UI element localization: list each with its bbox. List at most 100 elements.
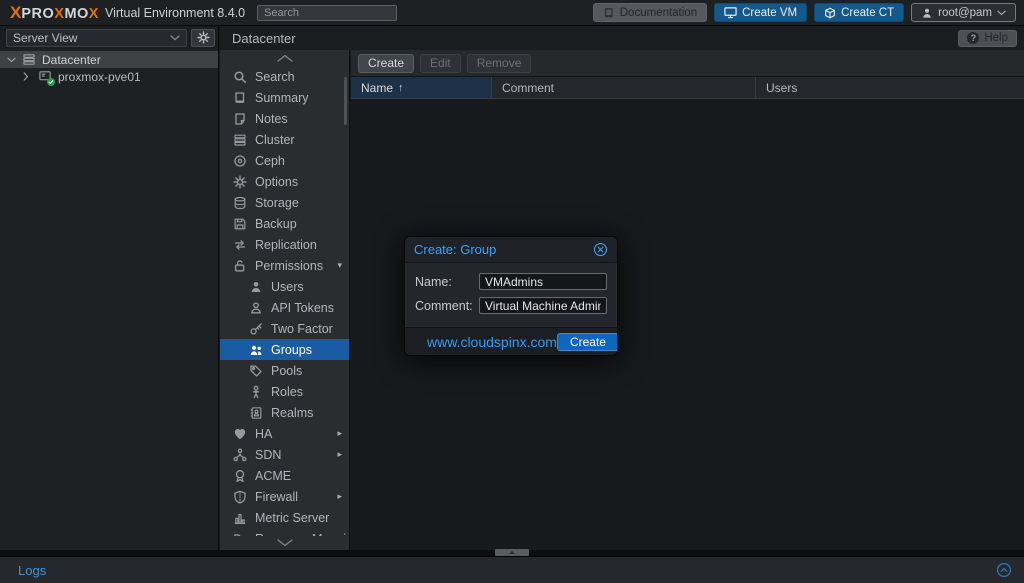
question-icon: ? <box>967 32 979 44</box>
nav-item-notes[interactable]: Notes <box>220 108 349 129</box>
nav-item-storage[interactable]: Storage <box>220 192 349 213</box>
tree-node-datacenter[interactable]: Datacenter <box>0 51 218 68</box>
dialog-header[interactable]: Create: Group <box>405 237 617 263</box>
splitter-handle[interactable] <box>495 549 529 556</box>
watermark-link[interactable]: www.cloudspinx.com <box>427 334 557 350</box>
top-bar: X PROXMOX Virtual Environment 8.4.0 Docu… <box>0 0 1024 26</box>
groups-toolbar: Create Edit Remove <box>351 50 1024 77</box>
nav-item-replication[interactable]: Replication <box>220 234 349 255</box>
nav-item-cluster[interactable]: Cluster <box>220 129 349 150</box>
nav-item-summary[interactable]: Summary <box>220 87 349 108</box>
replication-icon <box>233 238 247 252</box>
storage-icon <box>233 196 247 210</box>
nav-item-firewall[interactable]: Firewall ▸ <box>220 486 349 507</box>
cube-icon <box>824 7 836 19</box>
close-icon[interactable] <box>593 242 608 257</box>
resource-tree-panel: Server View Datacenter <box>0 26 219 550</box>
nav-scrollbar-thumb[interactable] <box>344 77 347 125</box>
global-search-input[interactable] <box>257 5 397 21</box>
version-subtitle: Virtual Environment 8.4.0 <box>105 6 245 20</box>
user-icon <box>249 280 263 294</box>
create-group-button[interactable]: Create <box>358 54 414 73</box>
proxmox-logo[interactable]: X PROXMOX <box>10 3 99 23</box>
create-vm-button[interactable]: Create VM <box>714 3 807 22</box>
nav-item-api-tokens[interactable]: API Tokens <box>220 297 349 318</box>
user-menu-button[interactable]: root@pam <box>911 3 1016 22</box>
cluster-icon <box>233 133 247 147</box>
ceph-icon <box>233 154 247 168</box>
remove-group-button[interactable]: Remove <box>467 54 532 73</box>
book-icon <box>603 7 615 19</box>
groups-table-header: Name ↑ Comment Users <box>351 77 1024 99</box>
expander-down-icon[interactable] <box>7 57 17 63</box>
nav-item-sdn[interactable]: SDN ▸ <box>220 444 349 465</box>
tree-settings-button[interactable] <box>191 29 215 47</box>
shield-icon <box>233 490 247 504</box>
nav-item-ceph[interactable]: Ceph <box>220 150 349 171</box>
nav-item-realms[interactable]: Realms <box>220 402 349 423</box>
column-header-name[interactable]: Name ↑ <box>351 77 492 98</box>
tree-node-proxmox-pve01[interactable]: proxmox-pve01 <box>0 68 218 85</box>
nav-scroll-up[interactable] <box>220 50 349 66</box>
nav-item-two-factor[interactable]: Two Factor <box>220 318 349 339</box>
content-header: Datacenter ? Help <box>220 26 1024 50</box>
dialog-title: Create: Group <box>414 242 496 257</box>
tree-view-header: Server View <box>0 26 218 49</box>
caret-down-icon: ▾ <box>337 260 342 271</box>
view-selector[interactable]: Server View <box>6 29 187 47</box>
node-server-icon <box>38 70 53 84</box>
nav-item-backup[interactable]: Backup <box>220 213 349 234</box>
note-icon <box>233 112 247 126</box>
dialog-create-button[interactable]: Create <box>557 333 618 351</box>
datacenter-nav: Search Summary Notes Cluster Ceph Option… <box>220 50 350 550</box>
create-group-dialog: Create: Group Name: Comment: www.cloudsp… <box>404 236 618 356</box>
gear-icon <box>233 175 247 189</box>
help-button[interactable]: ? Help <box>958 30 1017 47</box>
name-field-label: Name: <box>415 275 479 289</box>
logs-title: Logs <box>18 563 46 578</box>
top-actions: Documentation Create VM Create CT root@p… <box>593 3 1016 22</box>
nav-item-roles[interactable]: Roles <box>220 381 349 402</box>
nav-item-search[interactable]: Search <box>220 66 349 87</box>
nav-scroll-down[interactable] <box>220 536 349 550</box>
column-header-users[interactable]: Users <box>756 77 1024 98</box>
edit-group-button[interactable]: Edit <box>420 54 461 73</box>
sort-ascending-icon: ↑ <box>398 82 404 94</box>
dialog-body: Name: Comment: <box>405 263 617 327</box>
monitor-icon <box>724 6 737 19</box>
nav-item-users[interactable]: Users <box>220 276 349 297</box>
documentation-button[interactable]: Documentation <box>593 3 707 22</box>
chevron-down-icon <box>997 10 1006 16</box>
expander-right-icon[interactable] <box>23 72 33 81</box>
column-header-comment[interactable]: Comment <box>492 77 756 98</box>
search-icon <box>233 70 247 84</box>
create-ct-button[interactable]: Create CT <box>814 3 904 22</box>
nav-item-acme[interactable]: ACME <box>220 465 349 486</box>
page-title: Datacenter <box>232 31 296 46</box>
nav-item-ha[interactable]: HA ▸ <box>220 423 349 444</box>
chevron-down-icon <box>170 35 180 41</box>
backup-icon <box>233 217 247 231</box>
key-icon <box>249 322 263 336</box>
certificate-icon <box>233 469 247 483</box>
unlock-icon <box>233 259 247 273</box>
bar-chart-icon <box>233 511 247 525</box>
user-avatar-icon <box>921 7 933 19</box>
status-online-icon <box>47 78 55 86</box>
expand-logs-icon[interactable] <box>996 562 1012 578</box>
role-person-icon <box>249 385 263 399</box>
nav-item-groups[interactable]: Groups <box>220 339 349 360</box>
book-icon <box>233 91 247 105</box>
group-name-input[interactable] <box>479 273 607 290</box>
token-user-icon <box>249 301 263 315</box>
datacenter-icon <box>22 53 37 67</box>
nav-item-permissions[interactable]: Permissions ▾ <box>220 255 349 276</box>
nav-item-pools[interactable]: Pools <box>220 360 349 381</box>
network-icon <box>233 448 247 462</box>
nav-item-metric-server[interactable]: Metric Server <box>220 507 349 528</box>
address-book-icon <box>249 406 263 420</box>
tag-icon <box>249 364 263 378</box>
heart-icon <box>233 427 247 441</box>
nav-item-options[interactable]: Options <box>220 171 349 192</box>
group-comment-input[interactable] <box>479 297 607 314</box>
